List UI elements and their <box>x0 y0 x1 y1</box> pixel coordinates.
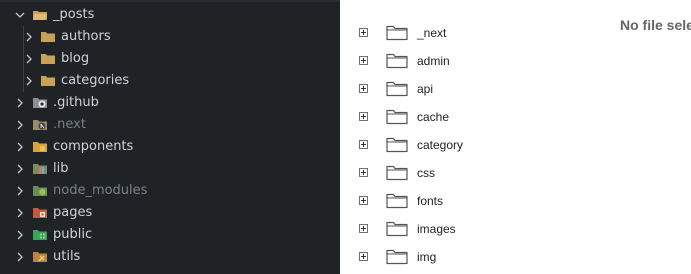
folder-row[interactable]: category <box>340 133 691 161</box>
chevron-right-icon[interactable] <box>13 250 27 264</box>
folder-row[interactable]: api <box>340 77 691 105</box>
components-folder-icon <box>33 141 47 153</box>
chevron-right-icon[interactable] <box>22 30 36 44</box>
folder-row[interactable]: img <box>340 245 691 273</box>
folder-icon <box>41 75 55 87</box>
tree-item-label: node_modules <box>53 183 148 198</box>
tree-item-label: .next <box>53 117 86 132</box>
tree-item-blog[interactable]: blog <box>0 48 340 70</box>
tree-item-label: _posts <box>53 7 95 22</box>
folder-name: fonts <box>417 194 444 208</box>
tree-item-label: utils <box>53 249 81 264</box>
chevron-right-icon[interactable] <box>13 228 27 242</box>
folder-name: img <box>417 250 437 264</box>
folder-row[interactable]: fonts <box>340 189 691 217</box>
folder-icon <box>386 163 408 181</box>
folder-icon <box>41 53 55 65</box>
tree-item-public[interactable]: public <box>0 224 340 246</box>
folder-row[interactable]: cache <box>340 105 691 133</box>
folder-row[interactable]: css <box>340 161 691 189</box>
pages-folder-icon <box>33 207 47 219</box>
folder-row[interactable]: _next <box>340 21 691 49</box>
expand-plus-icon[interactable] <box>359 28 368 37</box>
tree-item-label: components <box>53 139 134 154</box>
folder-icon <box>41 31 55 43</box>
tree-item-posts[interactable]: _posts <box>0 4 340 26</box>
folder-row[interactable]: images <box>340 217 691 245</box>
folder-icon <box>386 51 408 69</box>
tree-item-label: pages <box>53 205 93 220</box>
tree-item-github[interactable]: .github <box>0 92 340 114</box>
tree-item-node-modules[interactable]: node_modules <box>0 180 340 202</box>
tree-item-label: public <box>53 227 93 242</box>
tree-item-label: lib <box>53 161 69 176</box>
chevron-right-icon[interactable] <box>13 162 27 176</box>
folder-icon <box>386 23 408 41</box>
chevron-down-icon[interactable] <box>13 8 27 22</box>
next-folder-icon <box>33 119 47 131</box>
chevron-right-icon[interactable] <box>13 96 27 110</box>
tree-item-utils[interactable]: utils <box>0 246 340 268</box>
folder-name: category <box>417 138 464 152</box>
folder-name: _next <box>417 26 447 40</box>
chevron-right-icon[interactable] <box>13 140 27 154</box>
file-list-panel: No file sele _next admin api cache category c… <box>340 0 691 274</box>
expand-plus-icon[interactable] <box>359 84 368 93</box>
folder-icon <box>386 79 408 97</box>
tree-item-lib[interactable]: lib <box>0 158 340 180</box>
folder-icon <box>386 135 408 153</box>
file-explorer: _postsauthors blog categories .github .next c… <box>0 0 340 274</box>
folder-icon <box>386 191 408 209</box>
expand-plus-icon[interactable] <box>359 112 368 121</box>
tree-item-label: authors <box>61 29 111 44</box>
public-folder-icon <box>33 229 47 241</box>
expand-plus-icon[interactable] <box>359 56 368 65</box>
folder-icon <box>386 107 408 125</box>
expand-plus-icon[interactable] <box>359 168 368 177</box>
tree-item-next[interactable]: .next <box>0 114 340 136</box>
chevron-right-icon[interactable] <box>13 184 27 198</box>
tree-item-components[interactable]: components <box>0 136 340 158</box>
tree-item-authors[interactable]: authors <box>0 26 340 48</box>
tree-item-label: blog <box>61 51 90 66</box>
expand-plus-icon[interactable] <box>359 224 368 233</box>
folder-row[interactable]: admin <box>340 49 691 77</box>
expand-plus-icon[interactable] <box>359 140 368 149</box>
github-folder-icon <box>33 97 47 109</box>
tree-item-label: categories <box>61 73 130 88</box>
folder-name: images <box>417 222 456 236</box>
chevron-right-icon[interactable] <box>13 118 27 132</box>
tree-item-label: .github <box>53 95 99 110</box>
node-folder-icon <box>33 185 47 197</box>
utils-folder-icon <box>33 251 47 263</box>
tree-item-categories[interactable]: categories <box>0 70 340 92</box>
folder-open-icon <box>33 9 47 21</box>
tree-item-pages[interactable]: pages <box>0 202 340 224</box>
folder-name: api <box>417 82 434 96</box>
folder-name: admin <box>417 54 450 68</box>
expand-plus-icon[interactable] <box>359 196 368 205</box>
folder-icon <box>386 247 408 265</box>
explorer-top-divider <box>0 0 340 2</box>
folder-name: css <box>417 166 435 180</box>
folder-icon <box>386 219 408 237</box>
chevron-right-icon[interactable] <box>22 52 36 66</box>
chevron-right-icon[interactable] <box>22 74 36 88</box>
chevron-right-icon[interactable] <box>13 206 27 220</box>
lib-folder-icon <box>33 163 47 175</box>
folder-name: cache <box>417 110 450 124</box>
expand-plus-icon[interactable] <box>359 252 368 261</box>
